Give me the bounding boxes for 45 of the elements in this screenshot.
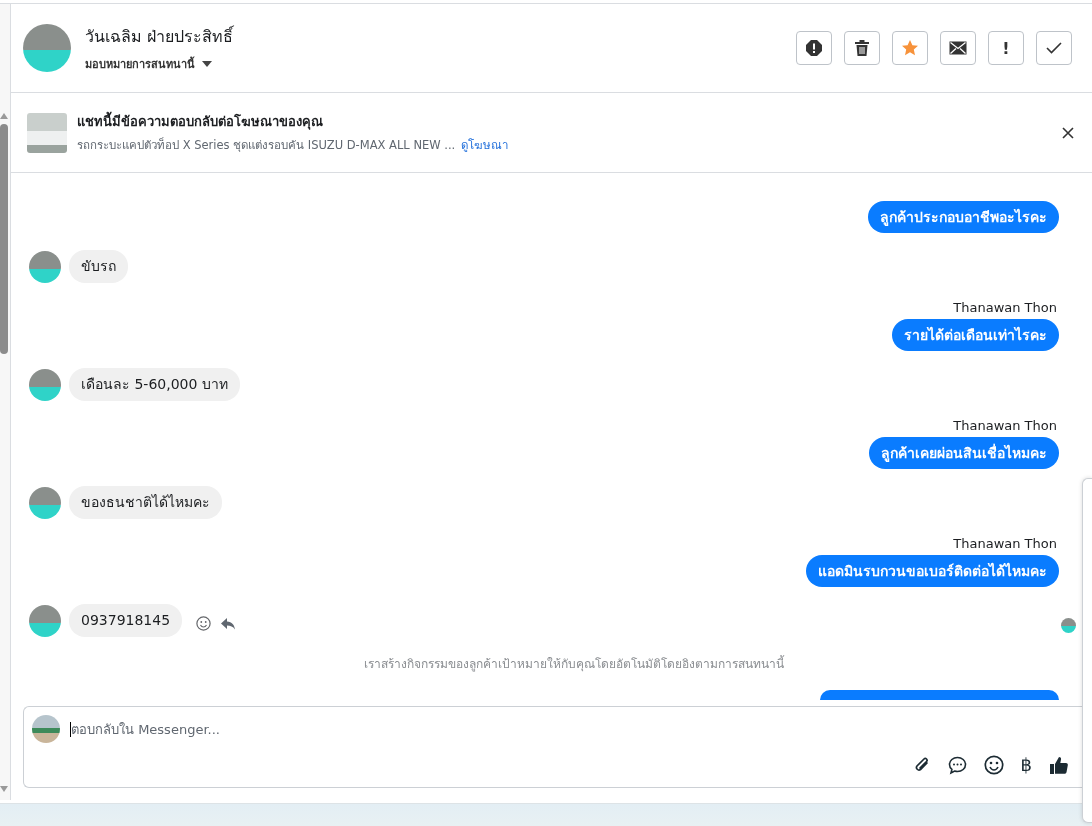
chat-bubble-icon[interactable] xyxy=(947,755,967,775)
message-bubble: ลูกค้าประกอบอาชีพอะไรคะ xyxy=(868,201,1059,233)
payment-button[interactable]: ฿ xyxy=(1020,755,1032,775)
reply-icon[interactable] xyxy=(221,617,236,630)
message-bubble: รายได้ต่อเดือนเท่าไรคะ xyxy=(892,319,1059,351)
message-bubble: 0937918145 xyxy=(69,604,183,637)
follow-up-button[interactable]: ! xyxy=(988,31,1024,65)
assign-dropdown[interactable]: มอบหมายการสนทนานี้ xyxy=(85,54,796,73)
contact-name: วันเฉลิม ฝ่ายประสิทธิ์ xyxy=(85,24,235,48)
system-note: เราสร้างกิจกรรมของลูกค้าเป้าหมายให้กับคุณโดยอัตโนมัติโดยอิงตามการสนทนานี้ xyxy=(363,654,786,673)
scroll-up-icon[interactable] xyxy=(0,113,8,119)
thumbs-up-icon[interactable] xyxy=(1049,756,1068,774)
trash-icon xyxy=(854,39,870,57)
message-bubble: ขับรถ xyxy=(69,250,128,283)
sender-avatar-photo xyxy=(29,486,61,519)
ad-reply-title: แชทนี้มีข้อความตอบกลับต่อโฆษณาของคุณ xyxy=(77,111,1062,132)
delete-button[interactable] xyxy=(844,31,880,65)
message-bubble: ของธนชาติได้ไหมคะ xyxy=(69,486,222,519)
spam-button[interactable] xyxy=(796,31,832,65)
page-avatar-photo xyxy=(32,715,60,743)
message-bubble: เดือนละ 5-60,000 บาท xyxy=(69,368,240,401)
avatar-photo xyxy=(23,24,71,72)
sender-name: Thanawan Thon xyxy=(953,536,1057,551)
sender-name: Thanawan Thon xyxy=(953,300,1057,315)
ad-description: รถกระบะแคปตัวท็อป X Series ชุดแต่งรอบคัน ISUZU D-MAX ALL NEW ... xyxy=(77,136,456,154)
view-ad-link[interactable]: ดูโฆษณา xyxy=(461,136,509,154)
ad-thumbnail-photo xyxy=(27,112,67,153)
close-icon[interactable] xyxy=(1062,126,1074,139)
sender-avatar-photo xyxy=(29,604,61,637)
alert-icon xyxy=(805,39,823,57)
sender-name: Thanawan Thon xyxy=(953,418,1057,433)
sender-avatar-photo xyxy=(29,250,61,283)
checkmark-icon xyxy=(1046,42,1062,54)
done-button[interactable] xyxy=(1036,31,1072,65)
unread-button[interactable] xyxy=(940,31,976,65)
envelope-icon xyxy=(949,41,967,55)
caret-icon xyxy=(202,60,212,67)
sender-avatar-photo xyxy=(29,368,61,401)
star-button[interactable] xyxy=(892,31,928,65)
reply-field[interactable]: ตอบกลับใน Messenger... ฿ xyxy=(23,706,1082,788)
message-bubble: แอดมินรบกวนขอเบอร์ติดต่อได้ไหมคะ xyxy=(806,555,1059,587)
message-bubble: ลูกค้าเคยผ่อนสินเชื่อไหมคะ xyxy=(869,437,1059,469)
scroll-down-icon[interactable] xyxy=(0,786,8,792)
scrollbar-thumb[interactable] xyxy=(0,124,8,354)
smiley-icon[interactable] xyxy=(983,755,1004,775)
